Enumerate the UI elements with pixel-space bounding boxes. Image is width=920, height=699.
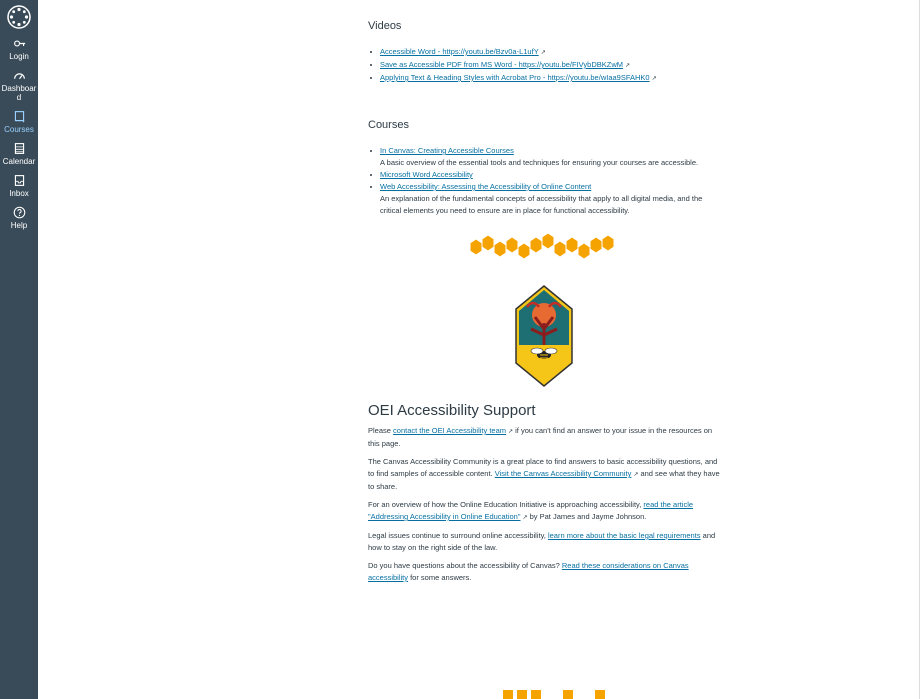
external-link-icon: ↗ [625,63,631,69]
list-item: Web Accessibility: Assessing the Accessi… [370,181,720,217]
nav-label: Help [10,221,28,230]
nav-item-help[interactable]: Help [0,206,38,230]
calendar-icon [14,143,24,154]
support-paragraph: Legal issues continue to surround online… [368,530,720,554]
video-link[interactable]: Applying Text & Heading Styles with Acro… [380,73,650,82]
courses-icon [14,111,24,123]
support-heading: OEI Accessibility Support [368,402,536,419]
paragraph-text: For an overview of how the Online Educat… [368,500,644,509]
course-link[interactable]: Web Accessibility: Assessing the Accessi… [380,182,591,191]
course-description: A basic overview of the essential tools … [380,158,699,167]
support-paragraph: The Canvas Accessibility Community is a … [368,456,720,493]
legal-requirements-link[interactable]: learn more about the basic legal require… [548,531,701,540]
nav-label: Login [9,52,29,61]
paragraph-text: Legal issues continue to surround online… [368,531,548,540]
inbox-icon [14,175,24,186]
courses-heading: Courses [368,119,409,131]
external-link-icon: ↗ [651,76,657,82]
videos-list: Accessible Word - https://youtu.be/Bzv0a… [368,46,720,85]
contact-team-link[interactable]: contact the OEI Accessibility team [393,426,506,435]
list-item: Accessible Word - https://youtu.be/Bzv0a… [370,46,720,59]
course-description: An explanation of the fundamental concep… [380,194,703,215]
honeycomb-divider-image [503,690,605,699]
login-icon [13,40,25,47]
nav-label: Courses [4,125,34,134]
support-paragraph: Do you have questions about the accessib… [368,560,720,584]
nav-item-calendar[interactable]: Calendar [0,142,38,166]
list-item: In Canvas: Creating Accessible Courses A… [370,145,720,169]
list-item: Applying Text & Heading Styles with Acro… [370,72,720,85]
paragraph-text: by Pat James and Jayme Johnson. [527,512,647,521]
support-paragraph: Please contact the OEI Accessibility tea… [368,425,720,450]
honeycomb-divider-image [469,233,615,260]
paragraph-text: Do you have questions about the accessib… [368,561,562,570]
paragraph-text: Please [368,426,394,435]
nav-item-inbox[interactable]: Inbox [0,174,38,198]
nav-item-login[interactable]: Login [0,37,38,61]
course-link[interactable]: Microsoft Word Accessibility [380,170,473,179]
video-link[interactable]: Accessible Word - https://youtu.be/Bzv0a… [380,47,539,56]
community-link[interactable]: Visit the Canvas Accessibility Community [495,469,632,478]
list-item: Microsoft Word Accessibility [370,169,720,181]
video-link[interactable]: Save as Accessible PDF from MS Word - ht… [380,60,623,69]
nav-label: Inbox [9,189,29,198]
nav-item-courses[interactable]: Courses [0,110,38,134]
main-content: Videos Accessible Word - https://youtu.b… [38,0,920,699]
help-icon [13,206,25,219]
list-item: Save as Accessible PDF from MS Word - ht… [370,59,720,72]
nav-label: Dashboard [1,84,37,102]
global-nav: Login Dashboard Courses Calendar Inbox H… [0,0,38,699]
oei-accessibility-badge-image [515,285,573,387]
course-link[interactable]: In Canvas: Creating Accessible Courses [380,146,514,155]
nav-item-dashboard[interactable]: Dashboard [0,69,38,102]
paragraph-text: for some answers. [408,573,472,582]
dashboard-icon [13,73,25,80]
videos-heading: Videos [368,20,402,32]
canvas-logo-icon[interactable] [7,5,31,29]
external-link-icon: ↗ [540,50,546,56]
page-body: Videos Accessible Word - https://youtu.b… [368,20,720,590]
courses-list: In Canvas: Creating Accessible Courses A… [368,145,720,217]
nav-label: Calendar [2,157,36,166]
support-paragraph: For an overview of how the Online Educat… [368,499,720,524]
